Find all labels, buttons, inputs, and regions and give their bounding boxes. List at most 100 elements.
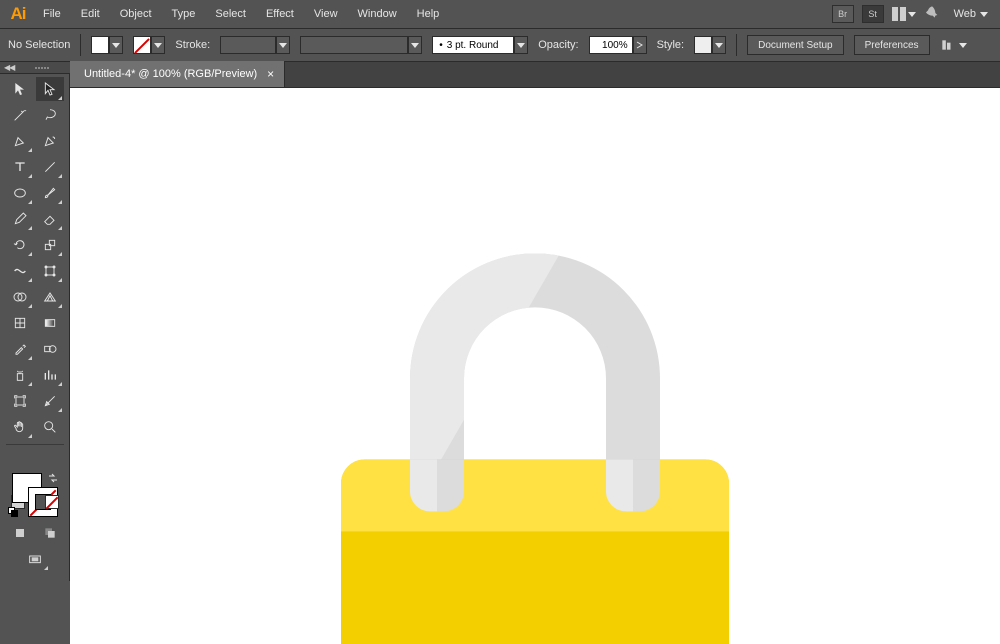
gpu-performance-button[interactable]: [924, 5, 940, 24]
paintbrush-tool[interactable]: [36, 181, 64, 205]
menu-effect[interactable]: Effect: [257, 3, 303, 25]
menubar-right-cluster: Br St Web: [832, 4, 994, 24]
fill-stroke-control[interactable]: [6, 471, 64, 517]
stroke-swatch-dropdown[interactable]: [151, 36, 165, 54]
flyout-indicator-icon: [28, 356, 32, 360]
brush-definition-dropdown[interactable]: [514, 36, 528, 54]
pen-tool[interactable]: [6, 129, 34, 153]
artboard-canvas[interactable]: [70, 88, 1000, 644]
rotate-tool[interactable]: [6, 233, 34, 257]
spray-icon: [12, 367, 28, 383]
stock-launch-button[interactable]: St: [862, 5, 884, 23]
stroke-weight-unit-group[interactable]: [220, 36, 290, 54]
draw-normal-icon: [12, 525, 28, 541]
free-transform-tool[interactable]: [36, 259, 64, 283]
stroke-swatch-none[interactable]: [133, 36, 151, 54]
menu-file[interactable]: File: [34, 3, 70, 25]
brush-definition[interactable]: •3 pt. Round: [432, 36, 514, 54]
shaper-tool[interactable]: [6, 207, 34, 231]
hand-icon: [12, 419, 28, 435]
default-fill-stroke-button[interactable]: [8, 507, 18, 517]
type-tool[interactable]: [6, 155, 34, 179]
zoom-tool[interactable]: [36, 415, 64, 439]
opacity-dropdown[interactable]: [633, 36, 647, 54]
column-graph-tool[interactable]: [36, 363, 64, 387]
menu-object[interactable]: Object: [111, 3, 161, 25]
slice-tool[interactable]: [36, 389, 64, 413]
opacity-group[interactable]: 100%: [589, 36, 647, 54]
flyout-indicator-icon: [28, 200, 32, 204]
selection-tool[interactable]: [6, 77, 34, 101]
eraser-tool[interactable]: [36, 207, 64, 231]
width-tool[interactable]: [6, 259, 34, 283]
brush-definition-group[interactable]: •3 pt. Round: [432, 36, 528, 54]
variable-width-dropdown[interactable]: [408, 36, 422, 54]
none-mode-button[interactable]: [45, 495, 59, 509]
chevron-down-icon: [959, 43, 967, 48]
ellipse-tool[interactable]: [6, 181, 34, 205]
draw-behind-button[interactable]: [36, 521, 64, 545]
lasso-tool[interactable]: [36, 103, 64, 127]
flyout-indicator-icon: [28, 174, 32, 178]
flyout-indicator-icon: [58, 200, 62, 204]
hand-tool[interactable]: [6, 415, 34, 439]
stroke-weight-stepper[interactable]: [220, 36, 276, 54]
line-segment-tool[interactable]: [36, 155, 64, 179]
graphic-style-dropdown[interactable]: [712, 36, 726, 54]
graphic-style-group[interactable]: [694, 36, 726, 54]
arrange-documents-button[interactable]: [892, 5, 916, 23]
symbol-sprayer-tool[interactable]: [6, 363, 34, 387]
stroke-swatch-group[interactable]: [133, 36, 165, 54]
document-setup-button[interactable]: Document Setup: [747, 35, 844, 55]
menu-window[interactable]: Window: [349, 3, 406, 25]
perspective-grid-tool[interactable]: [36, 285, 64, 309]
opacity-value-input[interactable]: 100%: [589, 36, 633, 54]
align-to-button[interactable]: [940, 36, 970, 54]
scale-tool[interactable]: [36, 233, 64, 257]
flyout-indicator-icon: [28, 226, 32, 230]
chevron-down-icon: [980, 12, 988, 17]
gradient-tool[interactable]: [36, 311, 64, 335]
magic-wand-tool[interactable]: [6, 103, 34, 127]
shape-builder-tool[interactable]: [6, 285, 34, 309]
divider: [736, 34, 737, 56]
fill-swatch-group[interactable]: [91, 36, 123, 54]
workspace-switcher[interactable]: Web: [948, 4, 994, 24]
collapse-arrows-icon: ◀◀: [4, 63, 14, 72]
screen-mode-button[interactable]: [20, 549, 50, 571]
menu-view[interactable]: View: [305, 3, 347, 25]
eyedropper-icon: [12, 341, 28, 357]
stroke-weight-dropdown[interactable]: [276, 36, 290, 54]
eraser-icon: [42, 211, 58, 227]
tool-panel-header[interactable]: ◀◀: [0, 62, 70, 74]
align-to-dropdown[interactable]: [956, 36, 970, 54]
menu-select[interactable]: Select: [206, 3, 255, 25]
fill-swatch[interactable]: [91, 36, 109, 54]
graphic-style-swatch[interactable]: [694, 36, 712, 54]
flyout-indicator-icon: [58, 382, 62, 386]
grip-icon: [35, 67, 49, 69]
document-area: Untitled-4* @ 100% (RGB/Preview) ×: [70, 62, 1000, 644]
direct-selection-tool[interactable]: [36, 77, 64, 101]
draw-behind-icon: [42, 525, 58, 541]
document-tab-active[interactable]: Untitled-4* @ 100% (RGB/Preview) ×: [70, 61, 285, 87]
menu-edit[interactable]: Edit: [72, 3, 109, 25]
swap-fill-stroke-button[interactable]: [48, 473, 58, 483]
variable-width-profile-group[interactable]: [300, 36, 422, 54]
blend-tool[interactable]: [36, 337, 64, 361]
tab-close-button[interactable]: ×: [267, 67, 274, 81]
mesh-tool[interactable]: [6, 311, 34, 335]
variable-width-profile[interactable]: [300, 36, 408, 54]
flyout-indicator-icon: [28, 148, 32, 152]
bridge-launch-button[interactable]: Br: [832, 5, 854, 23]
artboard-tool[interactable]: [6, 389, 34, 413]
menu-help[interactable]: Help: [408, 3, 449, 25]
curvature-tool[interactable]: [36, 129, 64, 153]
rocket-icon: [924, 5, 940, 21]
fill-swatch-dropdown[interactable]: [109, 36, 123, 54]
flyout-indicator-icon: [28, 382, 32, 386]
menu-type[interactable]: Type: [163, 3, 205, 25]
eyedropper-tool[interactable]: [6, 337, 34, 361]
draw-normal-button[interactable]: [6, 521, 34, 545]
preferences-button[interactable]: Preferences: [854, 35, 930, 55]
